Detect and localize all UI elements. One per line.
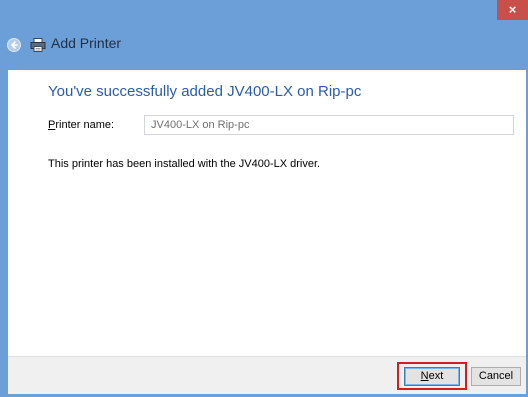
close-icon: × bbox=[508, 2, 517, 17]
next-button[interactable]: Next bbox=[404, 367, 460, 386]
printer-icon bbox=[30, 38, 46, 52]
wizard-content: You've successfully added JV400-LX on Ri… bbox=[8, 70, 526, 356]
page-title: You've successfully added JV400-LX on Ri… bbox=[48, 83, 362, 100]
driver-info-text: This printer has been installed with the… bbox=[48, 158, 321, 170]
printer-name-field[interactable]: JV400-LX on Rip-pc bbox=[144, 115, 514, 135]
close-button[interactable]: × bbox=[497, 0, 528, 20]
dialog-header: Add Printer bbox=[0, 20, 528, 70]
printer-name-label: Printer name: bbox=[48, 119, 115, 131]
back-arrow-icon bbox=[10, 40, 18, 50]
cancel-button[interactable]: Cancel bbox=[471, 367, 521, 386]
back-button[interactable] bbox=[7, 38, 21, 52]
dialog-window: × Add Printer You've successfully added … bbox=[0, 0, 528, 397]
header-title: Add Printer bbox=[51, 35, 122, 51]
button-bar: Next Cancel bbox=[8, 356, 526, 394]
